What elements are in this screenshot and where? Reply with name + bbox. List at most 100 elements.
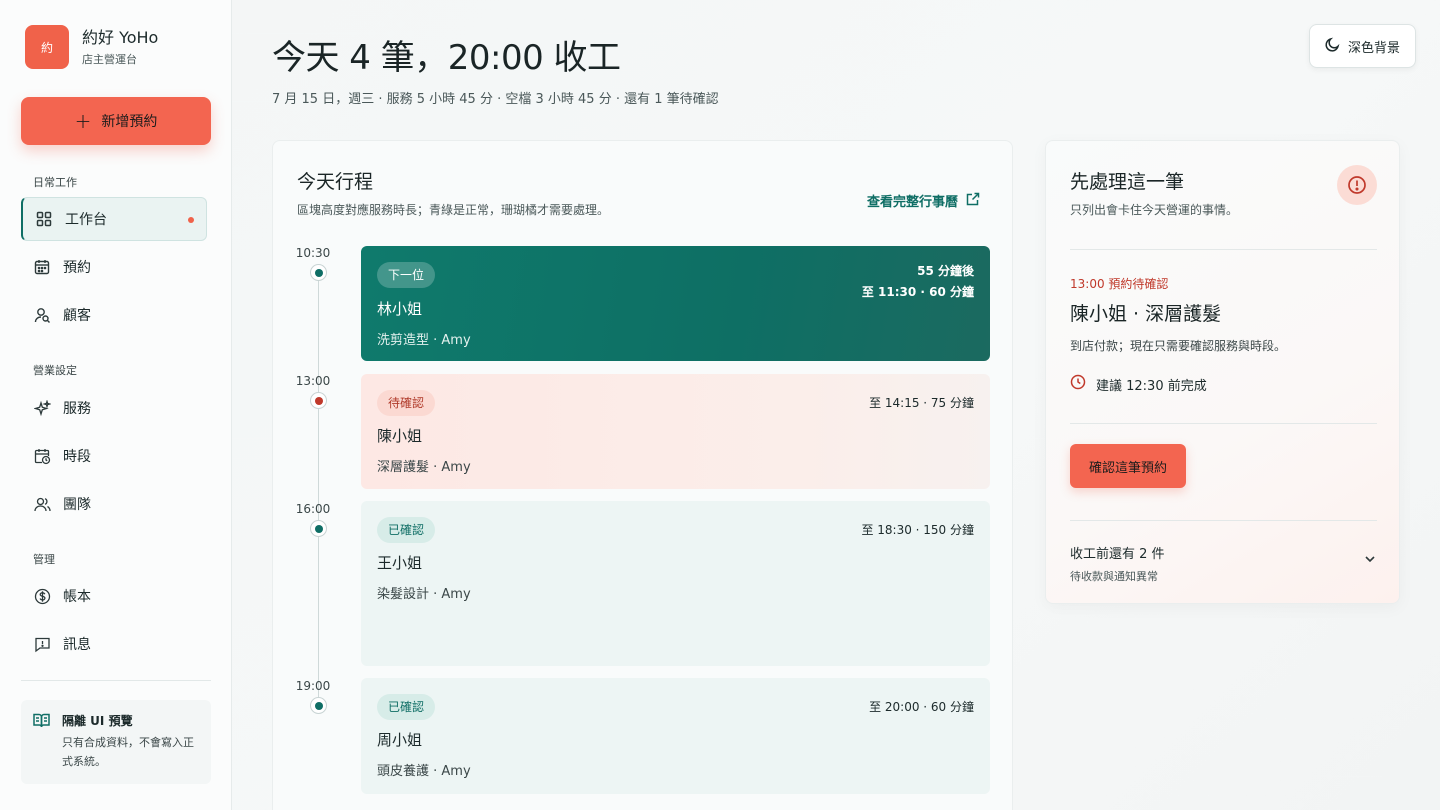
sidebar: 約 約好 YoHo 店主營運台 + 新增預約 日常工作 工作台 預約 顧客 營業… xyxy=(0,0,232,810)
end-time-duration: 至 14:15 · 75 分鐘 xyxy=(869,396,974,410)
appointment-card-confirmed[interactable]: 已確認 王小姐 染髮設計 · Amy 至 18:30 · 150 分鐘 xyxy=(361,501,990,666)
timeline-time: 10:30 xyxy=(295,246,331,260)
customer-name: 林小姐 xyxy=(377,300,423,318)
service-staff: 頭皮養護 · Amy xyxy=(377,764,471,779)
timeline-line xyxy=(318,274,319,714)
sidebar-item-messages[interactable]: 訊息 xyxy=(21,622,207,666)
status-badge: 已確認 xyxy=(377,694,436,720)
appointment-card-pending[interactable]: 待確認 陳小姐 深層護髮 · Amy 至 14:15 · 75 分鐘 xyxy=(361,374,990,489)
customer-name: 陳小姐 xyxy=(377,427,423,445)
service-staff: 染髮設計 · Amy xyxy=(377,587,471,602)
full-calendar-link[interactable]: 查看完整行事曆 xyxy=(867,191,980,210)
timeline-dot xyxy=(310,264,327,281)
new-booking-button[interactable]: + 新增預約 xyxy=(21,97,211,145)
brand-subtitle: 店主營運台 xyxy=(82,52,137,66)
moon-icon xyxy=(1325,37,1340,56)
status-badge: 下一位 xyxy=(377,262,436,288)
sidebar-item-dashboard[interactable]: 工作台 xyxy=(21,197,207,241)
sidebar-item-services[interactable]: 服務 xyxy=(21,386,207,430)
message-alert-icon xyxy=(33,635,51,653)
divider xyxy=(1070,423,1377,424)
dollar-icon xyxy=(33,587,51,605)
priority-booking-name: 陳小姐 · 深層護髮 xyxy=(1070,303,1222,325)
chevron-down-icon[interactable] xyxy=(1363,551,1377,570)
service-staff: 深層護髮 · Amy xyxy=(377,460,471,475)
schedule-desc: 區塊高度對應服務時長；青綠是正常，珊瑚橘才需要處理。 xyxy=(297,203,610,217)
priority-desc: 只列出會卡住今天營運的事情。 xyxy=(1070,203,1239,217)
sparkle-icon xyxy=(33,399,51,417)
nav-section-daily: 日常工作 xyxy=(33,176,77,189)
preview-title: 隔離 UI 預覽 xyxy=(62,714,133,728)
customer-name: 周小姐 xyxy=(377,731,423,749)
timeline-time: 16:00 xyxy=(295,502,331,516)
dark-theme-button[interactable]: 深色背景 xyxy=(1309,24,1416,68)
brand-logo: 約 xyxy=(25,25,69,69)
end-time-duration: 至 11:30 · 60 分鐘 xyxy=(861,285,974,299)
users-icon xyxy=(33,495,51,513)
appointment-card-confirmed[interactable]: 已確認 周小姐 頭皮養護 · Amy 至 20:00 · 60 分鐘 xyxy=(361,678,990,794)
new-booking-label: 新增預約 xyxy=(101,114,158,130)
sidebar-item-label: 時段 xyxy=(63,449,91,465)
book-open-icon xyxy=(33,713,50,774)
sidebar-item-label: 服務 xyxy=(63,401,91,417)
sidebar-item-label: 顧客 xyxy=(63,308,91,324)
sidebar-item-bookings[interactable]: 預約 xyxy=(21,245,207,289)
timeline-time: 13:00 xyxy=(295,374,331,388)
confirm-booking-button[interactable]: 確認這筆預約 xyxy=(1070,444,1186,488)
full-calendar-label: 查看完整行事曆 xyxy=(866,195,958,210)
deadline-text: 建議 12:30 前完成 xyxy=(1096,378,1207,394)
brand-name: 約好 YoHo xyxy=(82,27,159,47)
sidebar-item-timeslots[interactable]: 時段 xyxy=(21,434,207,478)
dark-theme-label: 深色背景 xyxy=(1347,40,1400,56)
alert-circle-icon xyxy=(1337,165,1377,205)
page-title: 今天 4 筆，20:00 收工 xyxy=(272,38,621,78)
schedule-title: 今天行程 xyxy=(297,171,374,193)
priority-title: 先處理這一筆 xyxy=(1070,171,1185,193)
page-subtitle: 7 月 15 日，週三 · 服務 5 小時 45 分 · 空檔 3 小時 45 … xyxy=(272,92,719,107)
sidebar-item-label: 帳本 xyxy=(63,589,91,605)
timeline-time: 19:00 xyxy=(295,679,331,693)
calendar-icon xyxy=(33,258,51,276)
sidebar-item-label: 預約 xyxy=(63,260,91,276)
preview-notice: 隔離 UI 預覽 只有合成資料，不會寫入正式系統。 xyxy=(21,700,211,784)
status-badge: 待確認 xyxy=(377,390,436,416)
remaining-tasks[interactable]: 收工前還有 2 件 待收款與通知異常 xyxy=(1070,543,1165,584)
sidebar-item-customers[interactable]: 顧客 xyxy=(21,293,207,337)
priority-note: 到店付款；現在只需要確認服務與時段。 xyxy=(1070,339,1287,353)
sidebar-item-label: 訊息 xyxy=(63,637,91,653)
sidebar-divider xyxy=(21,680,211,681)
plus-icon: + xyxy=(74,109,92,133)
priority-tag: 13:00 預約待確認 xyxy=(1070,277,1169,291)
external-link-icon xyxy=(966,192,980,210)
sidebar-item-label: 團隊 xyxy=(63,497,91,513)
priority-deadline: 建議 12:30 前完成 xyxy=(1070,374,1207,394)
calendar-clock-icon xyxy=(33,447,51,465)
countdown: 55 分鐘後 xyxy=(917,264,974,278)
timeline-dot xyxy=(310,697,327,714)
status-badge: 已確認 xyxy=(377,517,436,543)
end-time-duration: 至 18:30 · 150 分鐘 xyxy=(861,523,974,537)
clock-icon xyxy=(1070,374,1086,394)
today-schedule-card: 今天行程 區塊高度對應服務時長；青綠是正常，珊瑚橘才需要處理。 查看完整行事曆 … xyxy=(272,140,1013,810)
remaining-tasks-title: 收工前還有 2 件 xyxy=(1070,547,1165,562)
appointment-card-next[interactable]: 下一位 林小姐 洗剪造型 · Amy 55 分鐘後 至 11:30 · 60 分… xyxy=(361,246,990,361)
sidebar-item-ledger[interactable]: 帳本 xyxy=(21,574,207,618)
preview-desc: 只有合成資料，不會寫入正式系統。 xyxy=(62,736,194,768)
remaining-tasks-sub: 待收款與通知異常 xyxy=(1070,570,1158,583)
sidebar-item-team[interactable]: 團隊 xyxy=(21,482,207,526)
appointment-time-info: 55 分鐘後 至 11:30 · 60 分鐘 xyxy=(862,262,974,300)
priority-card: 先處理這一筆 只列出會卡住今天營運的事情。 13:00 預約待確認 陳小姐 · … xyxy=(1045,140,1400,604)
divider xyxy=(1070,249,1377,250)
timeline-dot xyxy=(310,520,327,537)
user-search-icon xyxy=(33,306,51,324)
notification-dot xyxy=(188,217,194,223)
timeline-dot-alert xyxy=(310,392,327,409)
sidebar-item-label: 工作台 xyxy=(65,212,107,228)
brand[interactable]: 約 約好 YoHo 店主營運台 xyxy=(25,25,158,69)
end-time-duration: 至 20:00 · 60 分鐘 xyxy=(869,700,974,714)
nav-section-manage: 管理 xyxy=(33,553,55,566)
divider xyxy=(1070,520,1377,521)
customer-name: 王小姐 xyxy=(377,554,423,572)
dashboard-icon xyxy=(35,210,53,228)
nav-section-business: 營業設定 xyxy=(33,364,77,377)
